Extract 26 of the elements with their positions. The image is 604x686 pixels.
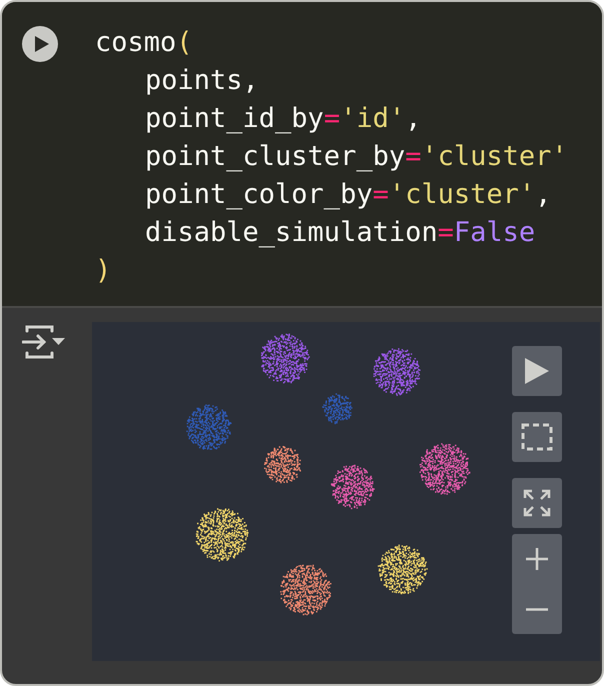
minus-icon	[526, 608, 548, 610]
code-token: point_cluster_by	[145, 141, 406, 172]
code-token: cosmo	[95, 27, 176, 58]
run-button[interactable]	[22, 26, 58, 62]
code-token: =	[405, 141, 422, 172]
code-token: =	[372, 179, 389, 210]
code-token: 'cluster'	[388, 179, 536, 210]
code-token: 'cluster'	[421, 141, 568, 172]
code-token: (	[176, 27, 193, 58]
select-area-button[interactable]	[512, 412, 562, 462]
code-token: =	[324, 103, 340, 134]
code-token: =	[438, 217, 454, 248]
code-token: disable_simulation	[145, 217, 438, 248]
code-token: point_id_by	[145, 103, 324, 134]
graph-canvas[interactable]	[92, 322, 600, 661]
code-token: ,	[535, 179, 552, 210]
output-options-icon[interactable]	[22, 324, 66, 360]
play-button[interactable]	[512, 346, 562, 396]
code-token: )	[95, 255, 112, 286]
code-token: 'id'	[340, 103, 406, 134]
fit-view-button[interactable]	[512, 478, 562, 528]
code-token: points,	[145, 65, 259, 96]
code-token: ,	[405, 103, 422, 134]
play-icon	[22, 26, 58, 62]
code-token: point_color_by	[145, 179, 373, 210]
code-token: False	[454, 217, 536, 248]
